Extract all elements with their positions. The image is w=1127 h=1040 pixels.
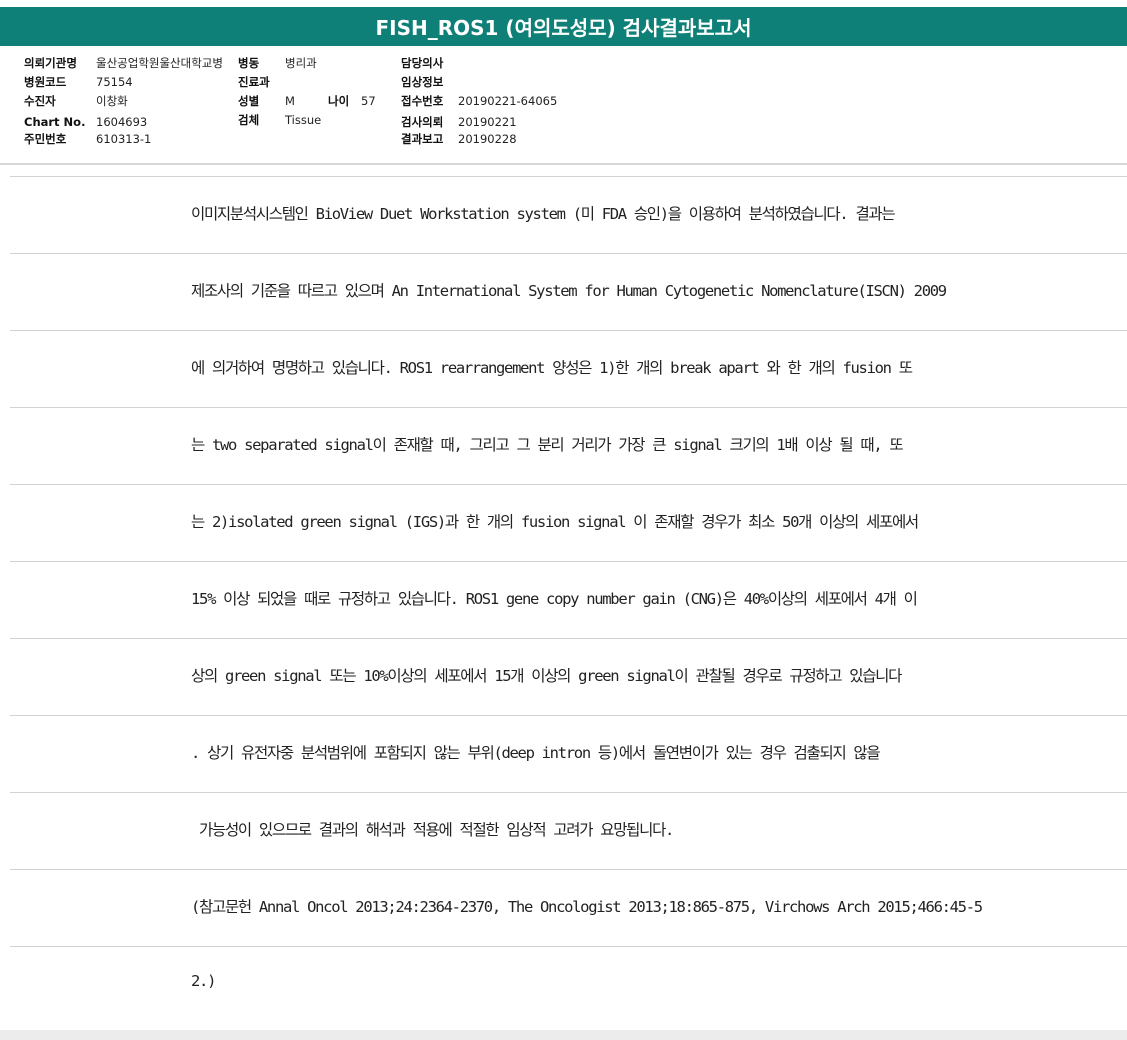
report-title: FISH_ROS1 (여의도성모) 검사결과보고서 bbox=[0, 7, 1127, 46]
text-line-content: 상의 green signal 또는 10%이상의 세포에서 15개 이상의 g… bbox=[191, 667, 902, 685]
text-line-content: 제조사의 기준을 따르고 있으며 An International System… bbox=[191, 282, 947, 300]
text-line-content: 에 의거하여 명명하고 있습니다. ROS1 rearrangement 양성은… bbox=[191, 359, 913, 377]
text-line-content: 가능성이 있으므로 결과의 해석과 적용에 적절한 임상적 고려가 요망됩니다. bbox=[191, 821, 674, 839]
receipt-no-value: 20190221-64065 bbox=[458, 94, 558, 108]
examinee-label: 수진자 bbox=[24, 94, 56, 108]
age-value: 57 bbox=[361, 94, 376, 108]
chart-no-label: Chart No. bbox=[24, 115, 86, 129]
doctor-label: 담당의사 bbox=[401, 56, 444, 70]
text-line: 가능성이 있으므로 결과의 해석과 적용에 적절한 임상적 고려가 요망됩니다. bbox=[10, 792, 1127, 869]
text-line-content: . 상기 유전자중 분석범위에 포함되지 않는 부위(deep intron 등… bbox=[191, 744, 881, 762]
age-label: 나이 bbox=[328, 94, 350, 108]
institution-value: 울산공업학원울산대학교병 bbox=[96, 56, 223, 70]
text-line: . 상기 유전자중 분석범위에 포함되지 않는 부위(deep intron 등… bbox=[10, 715, 1127, 792]
examinee-value: 이창화 bbox=[96, 94, 128, 108]
text-line-content: 2.) bbox=[191, 972, 216, 990]
header-divider bbox=[0, 163, 1127, 165]
chart-no-value: 1604693 bbox=[96, 115, 148, 129]
patient-info-panel: 의뢰기관명 울산공업학원울산대학교병 병동 병리과 담당의사 병원코드 7515… bbox=[0, 46, 1127, 164]
request-date-value: 20190221 bbox=[458, 115, 517, 129]
text-line-content: 15% 이상 되었을 때로 규정하고 있습니다. ROS1 gene copy … bbox=[191, 590, 918, 608]
resident-no-label: 주민번호 bbox=[24, 132, 67, 146]
receipt-no-label: 접수번호 bbox=[401, 94, 444, 108]
institution-label: 의뢰기관명 bbox=[24, 56, 77, 70]
hospital-code-label: 병원코드 bbox=[24, 75, 67, 89]
hospital-code-value: 75154 bbox=[96, 75, 133, 89]
text-line: 에 의거하여 명명하고 있습니다. ROS1 rearrangement 양성은… bbox=[10, 330, 1127, 407]
result-body: 이미지분석시스템인 BioView Duet Workstation syste… bbox=[10, 176, 1127, 1023]
text-line: 15% 이상 되었을 때로 규정하고 있습니다. ROS1 gene copy … bbox=[10, 561, 1127, 638]
text-line-content: 는 two separated signal이 존재할 때, 그리고 그 분리 … bbox=[191, 436, 904, 454]
specimen-value: Tissue bbox=[285, 113, 322, 127]
text-line: 는 two separated signal이 존재할 때, 그리고 그 분리 … bbox=[10, 407, 1127, 484]
text-line: (참고문헌 Annal Oncol 2013;24:2364-2370, The… bbox=[10, 869, 1127, 946]
ward-value: 병리과 bbox=[285, 56, 317, 70]
department-label: 진료과 bbox=[238, 75, 270, 89]
text-line: 상의 green signal 또는 10%이상의 세포에서 15개 이상의 g… bbox=[10, 638, 1127, 715]
text-line: 이미지분석시스템인 BioView Duet Workstation syste… bbox=[10, 176, 1127, 253]
text-line: 는 2)isolated green signal (IGS)과 한 개의 fu… bbox=[10, 484, 1127, 561]
specimen-label: 검체 bbox=[238, 113, 260, 127]
clinical-info-label: 임상정보 bbox=[401, 75, 444, 89]
sex-label: 성별 bbox=[238, 94, 260, 108]
ward-label: 병동 bbox=[238, 56, 260, 70]
report-date-label: 결과보고 bbox=[401, 132, 444, 146]
text-line-content: (참고문헌 Annal Oncol 2013;24:2364-2370, The… bbox=[191, 898, 983, 916]
request-date-label: 검사의뢰 bbox=[401, 115, 444, 129]
text-line-content: 는 2)isolated green signal (IGS)과 한 개의 fu… bbox=[191, 513, 919, 531]
text-line: 2.) bbox=[10, 946, 1127, 1023]
resident-no-value: 610313-1 bbox=[96, 132, 152, 146]
report-date-value: 20190228 bbox=[458, 132, 517, 146]
sex-value: M bbox=[285, 94, 295, 108]
text-line-content: 이미지분석시스템인 BioView Duet Workstation syste… bbox=[191, 205, 896, 223]
scroll-footer bbox=[0, 1030, 1127, 1040]
text-line: 제조사의 기준을 따르고 있으며 An International System… bbox=[10, 253, 1127, 330]
